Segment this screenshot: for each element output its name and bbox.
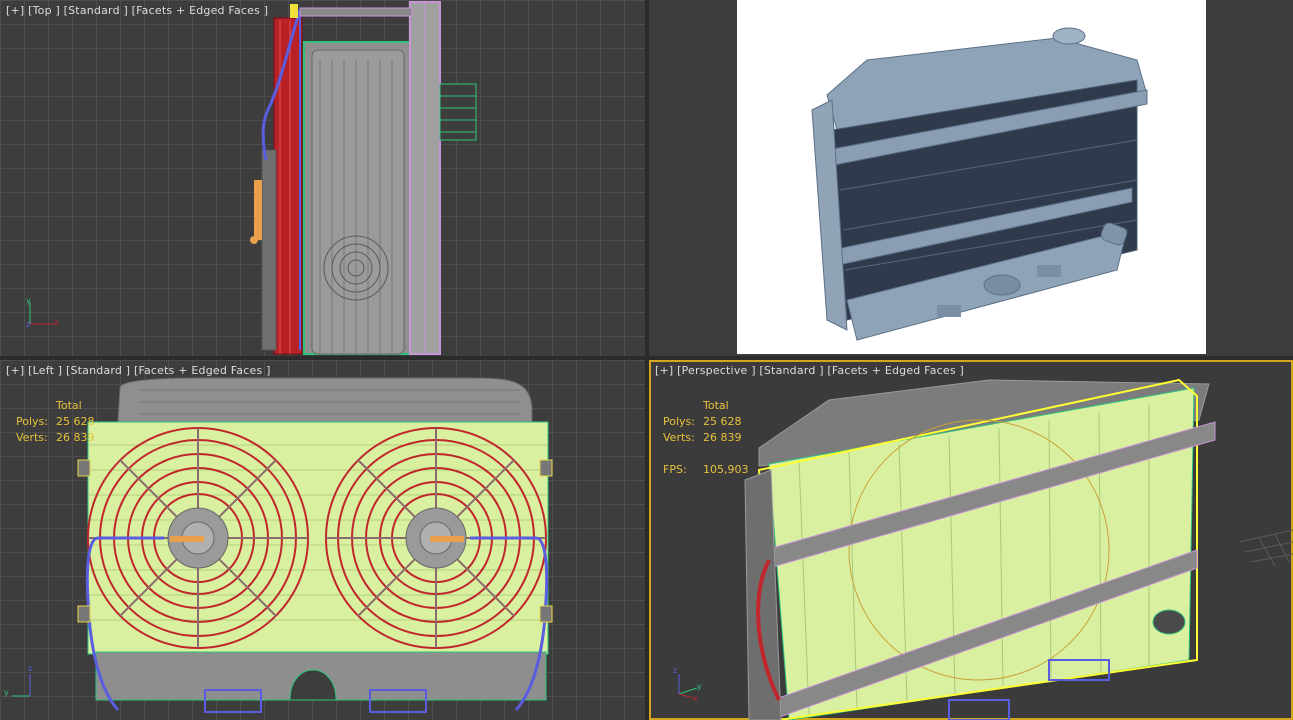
verts-label: Verts: <box>16 431 48 444</box>
stats-panel-perspective: Total Polys: 25 628 Verts: 26 839 FPS: 105,… <box>663 398 749 478</box>
axis-z-label: z <box>26 320 31 329</box>
polys-value: 25 628 <box>703 415 742 428</box>
viewport-label-left[interactable]: [+] [Left ] [Standard ] [Facets + Edged … <box>6 364 271 377</box>
polys-label: Polys: <box>16 415 48 428</box>
verts-label: Verts: <box>663 431 695 444</box>
viewport-top[interactable]: [+] [Top ] [Standard ] [Facets + Edged F… <box>0 0 645 356</box>
stats-header: Total <box>703 399 729 412</box>
viewport-left[interactable]: [+] [Left ] [Standard ] [Facets + Edged … <box>0 360 645 720</box>
top-view-model <box>250 1 477 355</box>
polys-value: 25 628 <box>56 415 95 428</box>
radiator-render-image <box>811 27 1148 341</box>
verts-value: 26 839 <box>56 431 95 444</box>
axis-y-label: y <box>4 688 9 697</box>
left-view-model <box>77 377 553 713</box>
axis-y-label: y <box>26 296 31 305</box>
viewport-render[interactable] <box>649 0 1293 356</box>
polys-label: Polys: <box>663 415 695 428</box>
stats-panel-left: Total Polys: 25 628 Verts: 26 839 <box>16 398 95 446</box>
axis-x-label: x <box>693 694 698 703</box>
verts-value: 26 839 <box>703 431 742 444</box>
axis-z-label: z <box>28 664 33 673</box>
viewport-label-perspective[interactable]: [+] [Perspective ] [Standard ] [Facets +… <box>655 364 964 377</box>
fps-value: 105,903 <box>703 463 749 476</box>
viewport-perspective[interactable]: [+] [Perspective ] [Standard ] [Facets +… <box>649 360 1293 720</box>
viewport-label-top[interactable]: [+] [Top ] [Standard ] [Facets + Edged F… <box>6 4 268 17</box>
axis-z-label: z <box>673 666 678 675</box>
axis-x-label: x <box>54 318 59 327</box>
render-frame <box>737 0 1206 354</box>
fps-label: FPS: <box>663 463 687 476</box>
stats-header: Total <box>56 399 82 412</box>
axis-y-label: y <box>697 682 702 691</box>
